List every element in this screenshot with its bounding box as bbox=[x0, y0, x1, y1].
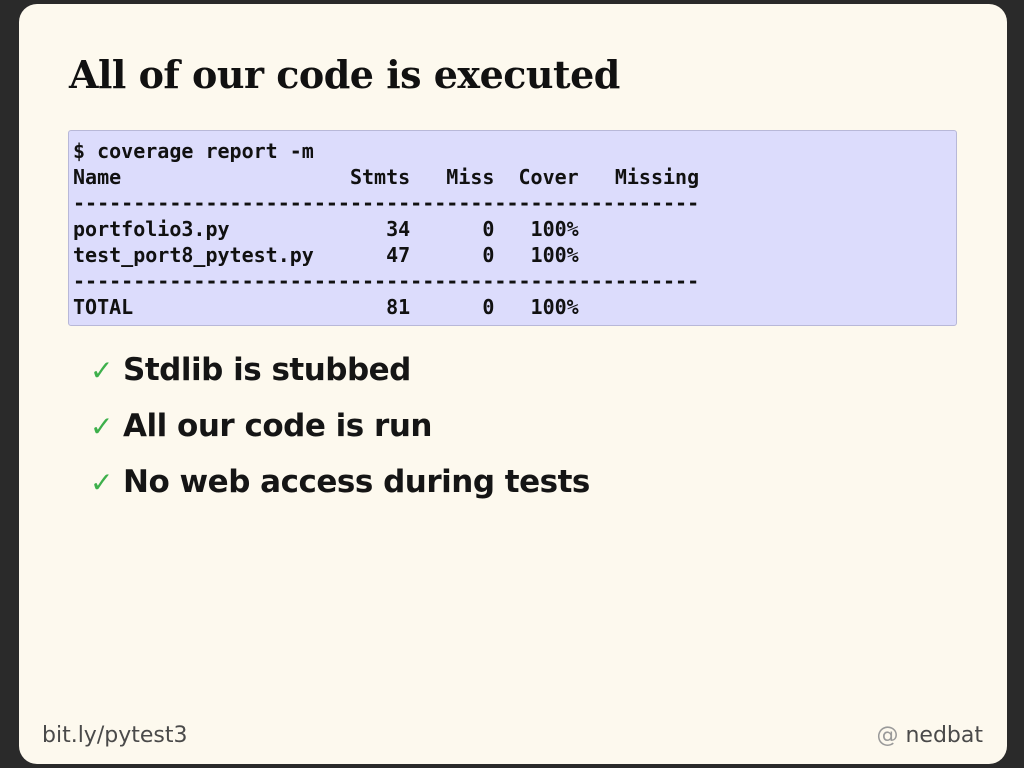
footer-path: pytest3 bbox=[104, 723, 188, 748]
code-separator: ----------------------------------------… bbox=[73, 269, 700, 293]
footer-domain: bit.ly/ bbox=[42, 723, 105, 748]
bullet-item: ✓ All our code is run bbox=[90, 398, 590, 454]
code-text: $ coverage report -m Name Stmts Miss Cov… bbox=[73, 138, 956, 320]
bullet-text: No web access during tests bbox=[123, 464, 590, 500]
bullet-text: Stdlib is stubbed bbox=[123, 352, 411, 388]
bullet-item: ✓ Stdlib is stubbed bbox=[90, 342, 590, 398]
bullet-item: ✓ No web access during tests bbox=[90, 454, 590, 510]
bullet-list: ✓ Stdlib is stubbed ✓ All our code is ru… bbox=[90, 342, 590, 510]
at-sign: @ bbox=[876, 723, 899, 748]
code-row: test_port8_pytest.py 47 0 100% bbox=[73, 243, 579, 267]
slide-title: All of our code is executed bbox=[69, 52, 620, 97]
slide: All of our code is executed $ coverage r… bbox=[19, 4, 1007, 764]
code-total: TOTAL 81 0 100% bbox=[73, 295, 579, 319]
checkmark-icon: ✓ bbox=[90, 409, 114, 443]
bullet-text: All our code is run bbox=[123, 408, 432, 444]
code-header: Name Stmts Miss Cover Missing bbox=[73, 165, 700, 189]
code-block: $ coverage report -m Name Stmts Miss Cov… bbox=[68, 130, 957, 326]
code-separator: ----------------------------------------… bbox=[73, 191, 700, 215]
code-row: portfolio3.py 34 0 100% bbox=[73, 217, 579, 241]
footer-link: bit.ly/pytest3 bbox=[42, 723, 187, 748]
footer-handle: @ nedbat bbox=[876, 723, 983, 748]
code-command: $ coverage report -m bbox=[73, 139, 314, 163]
checkmark-icon: ✓ bbox=[90, 353, 114, 387]
footer-handle-name: nedbat bbox=[905, 723, 983, 748]
checkmark-icon: ✓ bbox=[90, 465, 114, 499]
